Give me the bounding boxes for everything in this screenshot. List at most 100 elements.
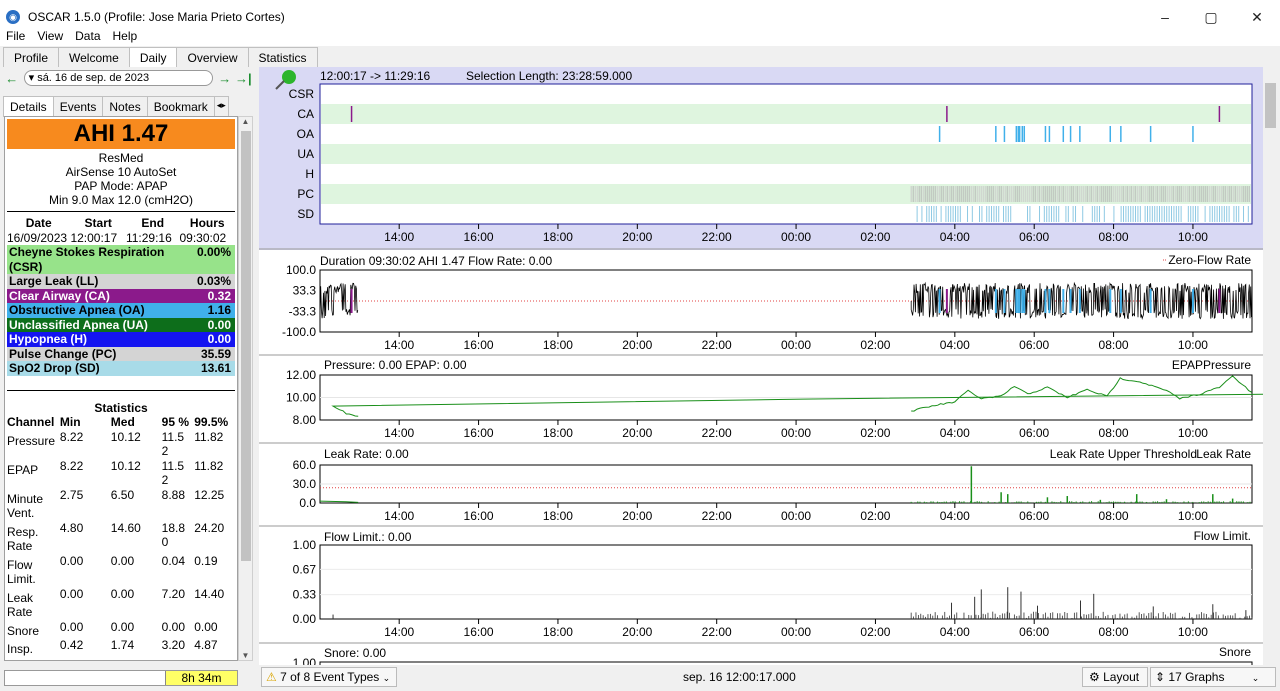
prev-day-button[interactable]: ← xyxy=(4,71,20,86)
event-index-row[interactable]: Cheyne Stokes Respiration (CSR) 0.00% xyxy=(7,245,235,274)
menu-view[interactable]: View xyxy=(31,26,69,46)
graph-scroll-thumb[interactable] xyxy=(1265,83,1276,128)
session-progress: 8h 34m xyxy=(4,670,238,686)
event-category-label: OA xyxy=(297,127,314,141)
x-tick-label: 04:00 xyxy=(940,509,970,523)
session-header: Date Start End Hours xyxy=(5,216,237,231)
event-label: Cheyne Stokes Respiration (CSR) xyxy=(9,245,165,274)
menu-data[interactable]: Data xyxy=(69,26,106,46)
x-tick-label: 16:00 xyxy=(464,426,494,440)
tab-overview[interactable]: Overview xyxy=(176,47,249,68)
tab-statistics[interactable]: Statistics xyxy=(247,47,318,68)
x-tick-label: 20:00 xyxy=(622,338,652,352)
sliders-icon: ⇕ xyxy=(1155,670,1166,684)
details-scrollbar[interactable]: ▲ ▼ xyxy=(238,116,253,661)
scroll-thumb[interactable] xyxy=(241,131,251,561)
stats-header-cell: Med xyxy=(110,415,135,429)
menu-file[interactable]: File xyxy=(0,26,31,46)
legend-entry: Leak Rate xyxy=(1196,447,1251,461)
graph-title: Snore: 0.00 xyxy=(324,646,386,660)
date-picker[interactable]: ▾ sá. 16 de sep. de 2023 xyxy=(23,70,213,86)
stats-cell: Snore xyxy=(7,623,40,638)
event-index-row[interactable]: Clear Airway (CA) 0.32 xyxy=(7,288,235,303)
stats-cell: 8.88 xyxy=(161,487,185,502)
tab-welcome[interactable]: Welcome xyxy=(58,47,130,68)
x-tick-label: 00:00 xyxy=(781,230,811,244)
event-index-row[interactable]: Unclassified Apnea (UA) 0.00 xyxy=(7,317,235,332)
event-value: 0.00% xyxy=(196,245,231,259)
event-index-row[interactable]: Large Leak (LL) 0.03% xyxy=(7,274,235,289)
session-end: 11:29:16 xyxy=(125,230,172,245)
x-tick-label: 14:00 xyxy=(384,426,414,440)
event-category-label: H xyxy=(305,167,314,181)
event-index-row[interactable]: SpO2 Drop (SD) 13.61 xyxy=(7,361,235,376)
event-value: 0.32 xyxy=(207,288,231,303)
stats-cell: 4.80 xyxy=(59,520,84,535)
event-category-label: CA xyxy=(297,107,314,121)
layout-button[interactable]: ⚙ Layout xyxy=(1082,667,1148,687)
event-index-row[interactable]: Hypopnea (H) 0.00 xyxy=(7,332,235,347)
event-value: 0.00 xyxy=(207,317,231,332)
x-tick-label: 22:00 xyxy=(702,625,732,639)
scroll-down-icon[interactable]: ▼ xyxy=(239,651,252,660)
stats-cell: 10.12 xyxy=(110,458,141,473)
stats-cell: 12.25 xyxy=(194,487,225,502)
session-start-header: Start xyxy=(84,216,112,230)
legend-entry: Zero-Flow Rate xyxy=(1168,253,1251,267)
scroll-up-icon[interactable]: ▲ xyxy=(239,117,252,126)
session-date: 16/09/2023 xyxy=(7,230,68,245)
tab-scroll-arrows[interactable]: ◂▸ xyxy=(213,96,229,117)
event-label: SpO2 Drop (SD) xyxy=(9,361,100,375)
x-tick-label: 10:00 xyxy=(1178,230,1208,244)
event-types-dropdown[interactable]: ⚠ 7 of 8 Event Types ⌄ xyxy=(261,667,397,687)
graph-area[interactable]: 12:00:17 -> 11:29:16 Selection Length: 23… xyxy=(259,67,1263,665)
stats-header-row: Channel Min Med 95 % 99.5% xyxy=(5,415,237,430)
graph-scrollbar[interactable] xyxy=(1263,67,1278,665)
device-brand: ResMed xyxy=(98,151,144,165)
y-tick-label: 12.00 xyxy=(286,368,316,382)
stats-row: Minute Vent. 2.75 6.50 8.88 12.25 xyxy=(5,488,237,521)
tab-notes[interactable]: Notes xyxy=(102,96,148,117)
x-tick-label: 02:00 xyxy=(860,625,890,639)
x-tick-label: 18:00 xyxy=(543,625,573,639)
tab-events[interactable]: Events xyxy=(52,96,104,117)
pressure-settings: Min 9.0 Max 12.0 (cmH2O) xyxy=(48,193,194,207)
x-tick-label: 06:00 xyxy=(1019,625,1049,639)
layout-label: Layout xyxy=(1103,670,1140,684)
y-tick-label: 0.33 xyxy=(293,588,317,602)
status-bar: 8h 34m ⚠ 7 of 8 Event Types ⌄ sep. 16 12… xyxy=(0,667,1280,691)
stats-cell: 0.04 xyxy=(161,553,185,568)
menu-bar: File View Data Help xyxy=(0,26,1280,46)
legend-entry: Pressure xyxy=(1203,358,1251,372)
x-tick-label: 22:00 xyxy=(702,509,732,523)
last-day-button[interactable]: →| xyxy=(233,71,254,86)
x-tick-label: 10:00 xyxy=(1178,625,1208,639)
graphs-dropdown[interactable]: ⇕ 17 Graphs ⌄ xyxy=(1150,667,1276,687)
stats-row: Insp. 0.42 1.74 3.20 4.87 xyxy=(5,638,237,657)
graph-title: Flow Limit.: 0.00 xyxy=(324,530,412,544)
graph-title: Leak Rate: 0.00 xyxy=(324,447,409,461)
x-tick-label: 02:00 xyxy=(860,509,890,523)
x-tick-label: 00:00 xyxy=(781,426,811,440)
event-types-label: 7 of 8 Event Types xyxy=(280,670,380,684)
x-tick-label: 10:00 xyxy=(1178,509,1208,523)
tab-profile[interactable]: Profile xyxy=(3,47,60,68)
tab-daily[interactable]: Daily xyxy=(128,47,178,68)
x-tick-label: 14:00 xyxy=(384,509,414,523)
x-tick-label: 18:00 xyxy=(543,426,573,440)
event-category-label: PC xyxy=(297,187,314,201)
event-index-row[interactable]: Pulse Change (PC) 35.59 xyxy=(7,346,235,361)
stats-cell: 3.20 xyxy=(161,638,185,652)
menu-help[interactable]: Help xyxy=(107,26,144,46)
legend-entry: Snore xyxy=(1219,645,1251,659)
ahi-banner: AHI 1.47 xyxy=(7,119,235,149)
tab-details[interactable]: Details xyxy=(3,96,54,117)
tab-bookmark[interactable]: Bookmark xyxy=(146,96,215,117)
stats-cell: 8.22 xyxy=(59,429,84,444)
stats-row: Leak Rate 0.00 0.00 7.20 14.40 xyxy=(5,587,237,620)
stats-cell: 24.20 xyxy=(194,520,225,535)
event-value: 0.03% xyxy=(196,274,231,288)
event-label: Obstructive Apnea (OA) xyxy=(9,303,145,317)
event-index-row[interactable]: Obstructive Apnea (OA) 1.16 xyxy=(7,303,235,318)
next-day-button[interactable]: → xyxy=(217,71,233,86)
